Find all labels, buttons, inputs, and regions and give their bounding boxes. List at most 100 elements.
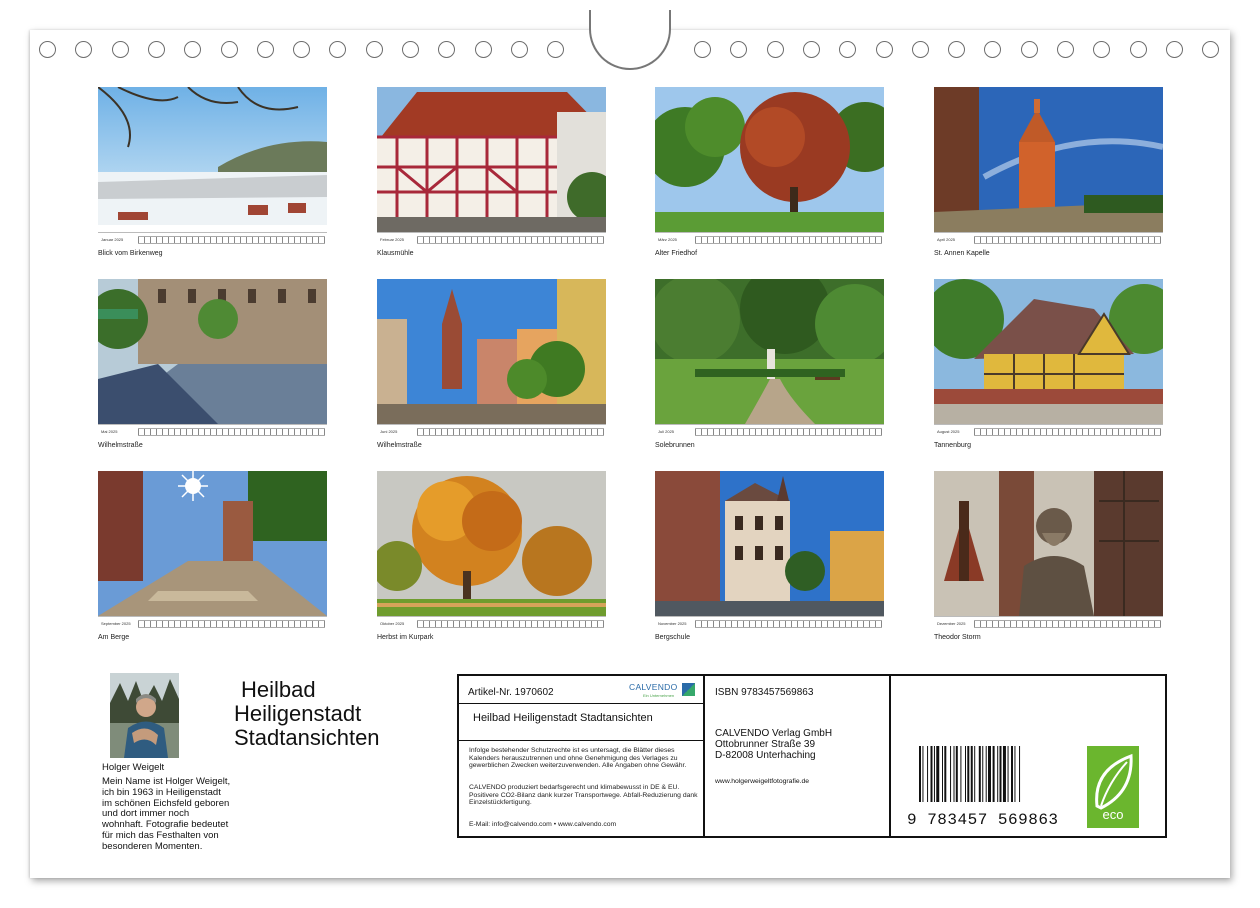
month-label: August 2025 [937,429,960,434]
day-grid [974,236,1161,244]
photo-church-street [377,279,606,424]
photo-caption: Wilhelmstraße [377,442,422,449]
binding-hole [1093,41,1111,58]
eco-badge: eco [1087,746,1139,828]
author-name: Holger Weigelt [102,762,165,773]
month-strip: November 2025 [655,616,884,632]
photo-caption: Theodor Storm [934,634,981,641]
calendar-photo: Februar 2025 [377,87,606,248]
binding-hole [1165,41,1183,58]
binding-hole [875,41,893,58]
month-label: März 2025 [658,237,677,242]
binding-hole [438,41,456,58]
binding-hole [293,41,311,58]
day-grid [974,428,1161,436]
month-label: September 2025 [101,621,131,626]
month-label: Dezember 2025 [937,621,966,626]
photo-school [655,471,884,616]
publisher-line: CALVENDO Verlag GmbH [715,728,833,739]
day-grid [417,620,604,628]
month-label: Januar 2025 [101,237,124,242]
binding-hole [547,41,565,58]
binding-hole [510,41,528,58]
month-strip: Februar 2025 [377,232,606,248]
title-line-2: Heiligenstadt [234,701,362,726]
calendar-photo: August 2025 [934,279,1163,440]
eco-label: eco [1102,807,1124,822]
binding-hole [948,41,966,58]
month-label: Februar 2025 [380,237,405,242]
day-grid [138,428,325,436]
month-label: November 2025 [658,621,687,626]
month-label: April 2025 [937,237,956,242]
photo-caption: Wilhelmstraße [98,442,143,449]
photo-yellow-house [934,279,1163,424]
calvendo-logo: CALVENDO Ein Unternehmen [629,682,697,702]
month-strip: August 2025 [934,424,1163,440]
calendar-photo: November 2025 [655,471,884,632]
binding-hole [256,41,274,58]
binding-hole [1129,41,1147,58]
binding-hole [694,41,711,58]
month-strip: September 2025 [98,616,327,632]
binding-hole [766,41,784,58]
binding-hole [730,41,748,58]
day-grid [974,620,1161,628]
binding-hole [220,41,238,58]
calendar-photo: Oktober 2025 [377,471,606,632]
day-grid [695,236,882,244]
publisher-address: CALVENDO Verlag GmbH Ottobrunner Straße … [715,728,832,761]
binding-hole [1020,41,1038,58]
photo-caption: Klausmühle [377,250,414,257]
isbn: ISBN 9783457569863 [715,687,814,698]
calendar-photo: Januar 2025 [98,87,327,248]
binding-hole [365,41,383,58]
photo-sun-lane [98,471,327,616]
month-strip: Januar 2025 [98,232,327,248]
barcode-column: 9 783457 569863 eco [891,676,1165,836]
binding-hole [474,41,492,58]
binding-hole [1202,41,1220,58]
photo-caption: Herbst im Kurpark [377,634,434,641]
binding-hole [1057,41,1074,58]
month-strip: Oktober 2025 [377,616,606,632]
photo-caption: St. Annen Kapelle [934,250,990,257]
calendar-photo: September 2025 [98,471,327,632]
copyright-notice: Infolge bestehender Schutzrechte ist es … [469,747,687,770]
barcode-number: 9 783457 569863 [907,811,1059,829]
day-grid [417,236,604,244]
title-line-1: Heilbad [241,677,316,702]
binding-hole [839,41,857,58]
month-label: Juni 2025 [380,429,398,434]
publisher-line: D-82008 Unterhaching [715,750,816,761]
calendar-photo: März 2025 [655,87,884,248]
product-info-column: Artikel-Nr. 1970602 CALVENDO Ein Unterne… [459,676,705,836]
calendar-photo: April 2025 [934,87,1163,248]
calendar-photo: Mai 2025 [98,279,327,440]
day-grid [138,236,325,244]
calendar-title-text: Heilbad Heiligenstadt Stadtansichten [473,712,653,724]
month-label: Oktober 2025 [380,621,405,626]
author-bio: Mein Name ist Holger Weigelt, ich bin 19… [102,776,231,852]
calendar-title-box: Heilbad Heiligenstadt Stadtansichten [459,703,705,741]
month-strip: Mai 2025 [98,424,327,440]
month-label: Mai 2025 [101,429,118,434]
photo-caption: Solebrunnen [655,442,695,449]
photo-street-shade [98,279,327,424]
calendar-photo: Juni 2025 [377,279,606,440]
photo-caption: Tannenburg [934,442,971,449]
day-grid [417,428,604,436]
photo-park-fountain [655,279,884,424]
binding-hole [39,41,56,58]
binding-hole [984,41,1002,58]
binding-hole [329,41,347,58]
photo-caption: Blick vom Birkenweg [98,250,163,257]
logo-mark-icon [682,683,695,696]
month-strip: März 2025 [655,232,884,248]
photo-autumn-tree [377,471,606,616]
article-number: Artikel-Nr. 1970602 [468,687,554,698]
calendar-photo: Juli 2025 [655,279,884,440]
day-grid [695,428,882,436]
binding-hole [147,41,165,58]
website-link[interactable]: www.holgerweigeltfotografie.de [715,778,809,785]
